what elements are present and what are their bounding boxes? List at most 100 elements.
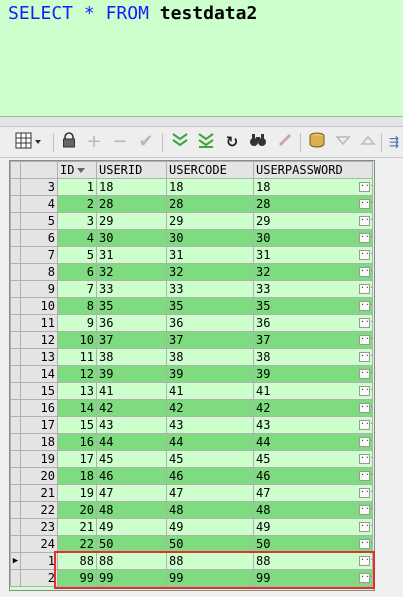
filter-icon[interactable] — [169, 132, 191, 152]
cell-usercode[interactable]: 32 — [166, 263, 254, 281]
move-down-icon[interactable] — [333, 132, 353, 152]
table-row[interactable]: 64303030··· — [10, 229, 373, 247]
ellipsis-button-icon[interactable]: ··· — [359, 199, 372, 209]
ellipsis-button-icon[interactable]: ··· — [359, 420, 372, 430]
cell-userid[interactable]: 18 — [96, 178, 167, 196]
cell-userpassword[interactable]: 48 ··· — [253, 501, 373, 519]
cell-userid[interactable]: 35 — [96, 297, 167, 315]
table-row[interactable]: 1816444444··· — [10, 433, 373, 451]
clear-icon[interactable] — [275, 132, 295, 152]
table-row[interactable]: 31181818··· — [10, 178, 373, 196]
table-row[interactable]: 1917454545··· — [10, 450, 373, 468]
column-header-userid[interactable]: USERID — [96, 161, 167, 179]
ellipsis-button-icon[interactable]: ··· — [359, 352, 372, 362]
cell-id[interactable]: 12 — [57, 365, 97, 383]
column-header-id[interactable]: ID — [57, 161, 97, 179]
ellipsis-button-icon[interactable]: ··· — [359, 301, 372, 311]
cell-userpassword[interactable]: 45 ··· — [253, 450, 373, 468]
find-icon[interactable] — [247, 132, 269, 152]
cell-userpassword[interactable]: 30 ··· — [253, 229, 373, 247]
ellipsis-button-icon[interactable]: ··· — [359, 539, 372, 549]
cell-usercode[interactable]: 88 — [166, 552, 254, 570]
cell-id[interactable]: 15 — [57, 416, 97, 434]
cell-id[interactable]: 2 — [57, 195, 97, 213]
cell-userpassword[interactable]: 49 ··· — [253, 518, 373, 536]
cell-userid[interactable]: 31 — [96, 246, 167, 264]
cell-userid[interactable]: 41 — [96, 382, 167, 400]
cell-usercode[interactable]: 48 — [166, 501, 254, 519]
cell-userpassword[interactable]: 88 ··· — [253, 552, 373, 570]
cell-usercode[interactable]: 38 — [166, 348, 254, 366]
move-up-icon[interactable] — [358, 132, 378, 152]
table-row[interactable]: 2220484848··· — [10, 501, 373, 519]
table-row[interactable]: 1715434343··· — [10, 416, 373, 434]
ellipsis-button-icon[interactable]: ··· — [359, 505, 372, 515]
cell-userpassword[interactable]: 37 ··· — [253, 331, 373, 349]
cell-userid[interactable]: 36 — [96, 314, 167, 332]
table-row[interactable]: 2018464646··· — [10, 467, 373, 485]
cell-userid[interactable]: 50 — [96, 535, 167, 553]
sort-arrow-icon[interactable] — [77, 167, 86, 173]
cell-userpassword[interactable]: 36 ··· — [253, 314, 373, 332]
cell-userpassword[interactable]: 31 ··· — [253, 246, 373, 264]
cell-usercode[interactable]: 49 — [166, 518, 254, 536]
cell-userid[interactable]: 45 — [96, 450, 167, 468]
ellipsis-button-icon[interactable]: ··· — [359, 556, 372, 566]
cell-usercode[interactable]: 29 — [166, 212, 254, 230]
add-row-icon[interactable]: + — [84, 132, 104, 152]
cell-userid[interactable]: 28 — [96, 195, 167, 213]
table-row[interactable]: 1412393939··· — [10, 365, 373, 383]
cell-usercode[interactable]: 44 — [166, 433, 254, 451]
ellipsis-button-icon[interactable]: ··· — [359, 488, 372, 498]
table-row[interactable]: 75313131··· — [10, 246, 373, 264]
table-row[interactable]: 108353535··· — [10, 297, 373, 315]
cell-userid[interactable]: 99 — [96, 569, 167, 587]
cell-usercode[interactable]: 30 — [166, 229, 254, 247]
cell-userid[interactable]: 29 — [96, 212, 167, 230]
cell-id[interactable]: 3 — [57, 212, 97, 230]
ellipsis-button-icon[interactable]: ··· — [359, 386, 372, 396]
cell-usercode[interactable]: 43 — [166, 416, 254, 434]
cell-usercode[interactable]: 41 — [166, 382, 254, 400]
ellipsis-button-icon[interactable]: ··· — [359, 267, 372, 277]
table-row[interactable]: 2321494949··· — [10, 518, 373, 536]
cell-userid[interactable]: 43 — [96, 416, 167, 434]
table-row[interactable]: 119363636··· — [10, 314, 373, 332]
cell-userid[interactable]: 44 — [96, 433, 167, 451]
table-row[interactable]: 97333333··· — [10, 280, 373, 298]
ellipsis-button-icon[interactable]: ··· — [359, 403, 372, 413]
ellipsis-button-icon[interactable]: ··· — [359, 318, 372, 328]
table-row[interactable]: 1210373737··· — [10, 331, 373, 349]
cell-userid[interactable]: 37 — [96, 331, 167, 349]
cell-userpassword[interactable]: 44 ··· — [253, 433, 373, 451]
table-row[interactable]: 2119474747··· — [10, 484, 373, 502]
cell-id[interactable]: 13 — [57, 382, 97, 400]
filter-clear-icon[interactable] — [195, 132, 217, 152]
table-row[interactable]: 53292929··· — [10, 212, 373, 230]
cell-id[interactable]: 7 — [57, 280, 97, 298]
table-row[interactable]: 2422505050··· — [10, 535, 373, 553]
ellipsis-button-icon[interactable]: ··· — [359, 216, 372, 226]
cell-userpassword[interactable]: 29 ··· — [253, 212, 373, 230]
sql-editor[interactable]: SELECT * FROM testdata2 — [0, 0, 403, 117]
cell-userpassword[interactable]: 99 ··· — [253, 569, 373, 587]
post-edit-icon[interactable]: ✔ — [135, 132, 157, 152]
cell-id[interactable]: 21 — [57, 518, 97, 536]
cell-userpassword[interactable]: 28 ··· — [253, 195, 373, 213]
ellipsis-button-icon[interactable]: ··· — [359, 471, 372, 481]
cell-id[interactable]: 16 — [57, 433, 97, 451]
table-row[interactable]: 42282828··· — [10, 195, 373, 213]
cell-userpassword[interactable]: 47 ··· — [253, 484, 373, 502]
cell-userpassword[interactable]: 35 ··· — [253, 297, 373, 315]
cell-userpassword[interactable]: 41 ··· — [253, 382, 373, 400]
cell-id[interactable]: 19 — [57, 484, 97, 502]
cell-userpassword[interactable]: 42 ··· — [253, 399, 373, 417]
cell-userid[interactable]: 39 — [96, 365, 167, 383]
cell-usercode[interactable]: 28 — [166, 195, 254, 213]
cell-id[interactable]: 8 — [57, 297, 97, 315]
cell-usercode[interactable]: 33 — [166, 280, 254, 298]
cell-usercode[interactable]: 47 — [166, 484, 254, 502]
cell-userpassword[interactable]: 43 ··· — [253, 416, 373, 434]
ellipsis-button-icon[interactable]: ··· — [359, 284, 372, 294]
cell-userpassword[interactable]: 46 ··· — [253, 467, 373, 485]
